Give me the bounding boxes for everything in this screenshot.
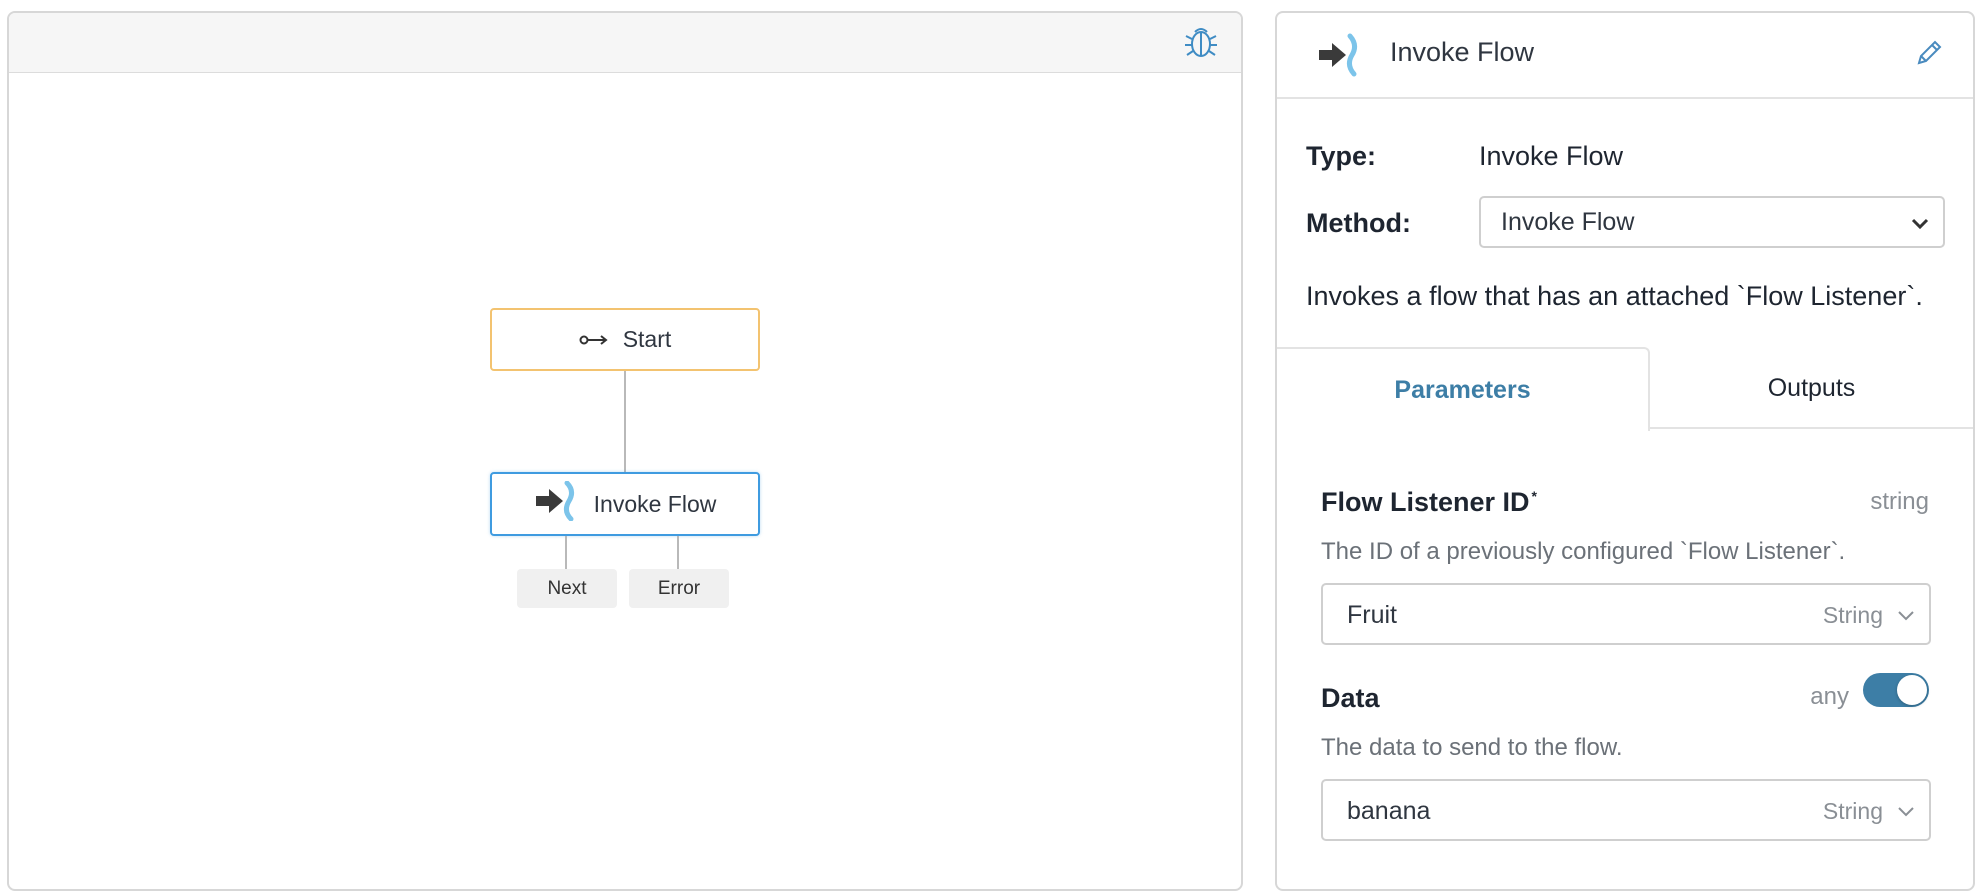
- toggle-knob: [1897, 675, 1927, 705]
- properties-panel: Invoke Flow Type: Invoke Flow Method: In…: [1275, 11, 1975, 891]
- type-value: Invoke Flow: [1479, 141, 1624, 171]
- tab-outputs-label: Outputs: [1767, 373, 1856, 402]
- data-input[interactable]: banana String: [1321, 779, 1931, 841]
- next-connector: [565, 536, 567, 569]
- data-value-type[interactable]: String: [1823, 798, 1883, 825]
- flow-listener-id-value-type[interactable]: String: [1823, 602, 1883, 629]
- next-port[interactable]: Next: [517, 569, 617, 608]
- flow-start-icon: [579, 326, 609, 353]
- chevron-down-icon[interactable]: [1897, 805, 1915, 817]
- method-select-value: Invoke Flow: [1501, 208, 1635, 236]
- type-label: Type:: [1306, 141, 1377, 171]
- start-node[interactable]: Start: [490, 308, 760, 371]
- data-param-type: any: [1810, 683, 1849, 710]
- error-port[interactable]: Error: [629, 569, 729, 608]
- error-port-label: Error: [657, 577, 701, 599]
- data-value: banana: [1347, 797, 1431, 825]
- flow-canvas[interactable]: Start Invoke Flow Next Error: [7, 11, 1243, 891]
- tab-parameters[interactable]: Parameters: [1277, 347, 1650, 431]
- connector-line: [624, 371, 626, 472]
- invoke-flow-node[interactable]: Invoke Flow: [490, 472, 760, 536]
- invoke-flow-icon: [1317, 33, 1363, 77]
- data-param-description: The data to send to the flow.: [1321, 734, 1623, 761]
- next-port-label: Next: [547, 577, 587, 599]
- chevron-down-icon[interactable]: [1897, 609, 1915, 621]
- flow-listener-id-input[interactable]: Fruit String: [1321, 583, 1931, 645]
- error-connector: [677, 536, 679, 569]
- invoke-flow-icon: [534, 480, 580, 527]
- bug-icon[interactable]: [1183, 23, 1219, 61]
- chevron-down-icon: [1909, 212, 1931, 234]
- method-label: Method:: [1306, 208, 1411, 238]
- method-description: Invokes a flow that has an attached `Flo…: [1306, 281, 1923, 311]
- start-node-label: Start: [622, 326, 672, 352]
- method-select[interactable]: Invoke Flow: [1479, 196, 1945, 248]
- tab-outputs[interactable]: Outputs: [1650, 347, 1973, 429]
- data-expression-toggle[interactable]: [1863, 673, 1929, 707]
- tab-parameters-label: Parameters: [1394, 375, 1531, 404]
- flow-listener-id-label: Flow Listener ID *: [1321, 487, 1537, 518]
- required-marker: *: [1531, 488, 1537, 504]
- flow-listener-id-value: Fruit: [1347, 601, 1397, 629]
- flow-listener-id-description: The ID of a previously configured `Flow …: [1321, 538, 1846, 565]
- canvas-toolbar: [9, 13, 1241, 73]
- invoke-flow-node-label: Invoke Flow: [593, 490, 717, 517]
- data-param-name: Data: [1321, 683, 1380, 713]
- pencil-icon[interactable]: [1913, 37, 1943, 69]
- panel-header: Invoke Flow: [1277, 13, 1973, 99]
- panel-title: Invoke Flow: [1390, 37, 1535, 67]
- flow-listener-id-name: Flow Listener ID: [1321, 487, 1530, 517]
- flow-listener-id-type: string: [1870, 488, 1929, 515]
